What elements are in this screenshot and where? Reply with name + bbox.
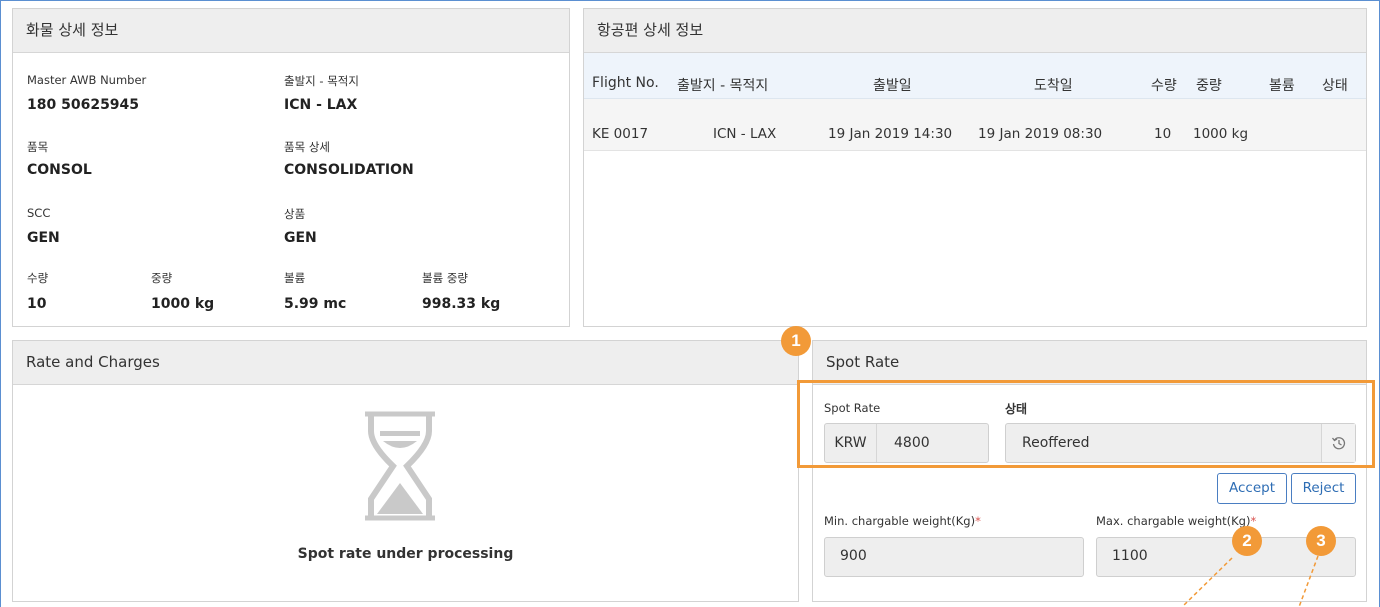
cell-arrival: 19 Jan 2019 08:30 — [978, 126, 1103, 142]
cell-departure: 19 Jan 2019 14:30 — [828, 126, 953, 142]
rate-charges-panel: Rate and Charges Spot rate under process… — [12, 340, 799, 602]
item-detail-label: 품목 상세 — [284, 140, 330, 154]
cell-qty: 10 — [1154, 126, 1172, 142]
scc-value: GEN — [27, 230, 60, 246]
volume-label: 볼륨 — [284, 271, 306, 285]
col-volume[interactable]: 볼륨 — [1269, 75, 1295, 95]
spot-rate-processing-text: Spot rate under processing — [297, 546, 514, 562]
flight-detail-title: 항공편 상세 정보 — [584, 9, 1366, 53]
cell-route: ICN - LAX — [713, 126, 777, 142]
spot-rate-title: Spot Rate — [813, 341, 1366, 385]
max-weight-label: Max. chargable weight(Kg)* — [1096, 514, 1256, 528]
reject-button[interactable]: Reject — [1291, 473, 1356, 504]
col-arrival[interactable]: 도착일 — [1034, 75, 1073, 95]
item-detail-value: CONSOLIDATION — [284, 162, 414, 178]
cell-flight-no: KE 0017 — [592, 126, 649, 142]
col-route[interactable]: 출발지 - 목적지 — [677, 75, 768, 95]
col-status[interactable]: 상태 — [1322, 75, 1348, 95]
qty-value: 10 — [27, 296, 47, 312]
max-weight-value: 1100 — [1112, 548, 1148, 564]
awb-label: Master AWB Number — [27, 73, 147, 87]
vol-weight-value: 998.33 kg — [422, 296, 501, 312]
min-weight-value: 900 — [840, 548, 867, 564]
cell-weight: 1000 kg — [1193, 126, 1249, 142]
callout-badge-1: 1 — [781, 326, 811, 356]
cargo-detail-panel: 화물 상세 정보 Master AWB Number 180 50625945 … — [12, 8, 570, 327]
min-weight-input[interactable]: 900 — [824, 537, 1084, 577]
hourglass-icon — [365, 411, 435, 521]
col-flight-no[interactable]: Flight No. — [592, 75, 659, 91]
qty-label: 수량 — [27, 271, 49, 285]
item-value: CONSOL — [27, 162, 92, 178]
cargo-detail-title: 화물 상세 정보 — [13, 9, 569, 53]
min-weight-label: Min. chargable weight(Kg)* — [824, 514, 981, 528]
min-required-mark: * — [975, 514, 981, 528]
callout-badge-3: 3 — [1306, 526, 1336, 556]
weight-label: 중량 — [151, 271, 173, 285]
min-weight-label-text: Min. chargable weight(Kg) — [824, 514, 976, 528]
product-value: GEN — [284, 230, 317, 246]
spot-rate-highlight — [797, 380, 1375, 468]
volume-value: 5.99 mc — [284, 296, 347, 312]
product-label: 상품 — [284, 207, 306, 221]
max-weight-label-text: Max. chargable weight(Kg) — [1096, 514, 1251, 528]
col-weight[interactable]: 중량 — [1196, 75, 1222, 95]
callout-badge-2: 2 — [1232, 526, 1262, 556]
rate-charges-title: Rate and Charges — [13, 341, 798, 385]
col-departure[interactable]: 출발일 — [873, 75, 912, 95]
item-label: 품목 — [27, 140, 49, 154]
route-label: 출발지 - 목적지 — [284, 74, 359, 88]
weight-value: 1000 kg — [151, 296, 215, 312]
scc-label: SCC — [27, 206, 51, 220]
col-qty[interactable]: 수량 — [1151, 75, 1177, 95]
accept-button[interactable]: Accept — [1217, 473, 1287, 504]
awb-value: 180 50625945 — [27, 97, 140, 113]
vol-weight-label: 볼륨 중량 — [422, 271, 468, 285]
flight-detail-panel: 항공편 상세 정보 Flight No. 출발지 - 목적지 출발일 도착일 수… — [583, 8, 1367, 327]
route-value: ICN - LAX — [284, 97, 358, 113]
flight-table-row[interactable] — [584, 99, 1366, 151]
